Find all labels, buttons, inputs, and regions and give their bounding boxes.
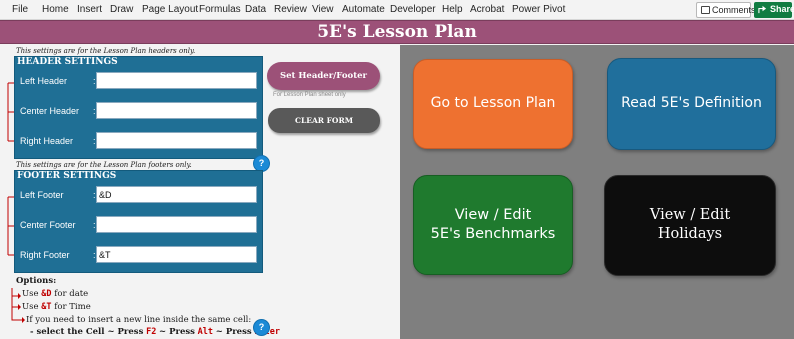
center-footer-label: Center Footer: [20, 220, 76, 230]
menu-review[interactable]: Review: [274, 4, 307, 15]
help-icon[interactable]: ?: [253, 319, 270, 336]
footer-note: This settings are for the Lesson Plan fo…: [16, 161, 192, 169]
right-footer-label: Right Footer: [20, 250, 70, 260]
option-newline-steps: - select the Cell ~ Press F2 ~ Press Alt…: [30, 327, 280, 337]
menu-home[interactable]: Home: [42, 4, 69, 15]
header-settings-title: HEADER SETTINGS: [17, 57, 118, 67]
right-header-input[interactable]: [96, 132, 257, 149]
left-footer-input[interactable]: &D: [96, 186, 257, 203]
tile-label-line1: View / Edit: [454, 207, 532, 223]
left-header-label: Left Header: [20, 76, 68, 86]
menu-data[interactable]: Data: [245, 4, 266, 15]
comment-icon: [701, 6, 710, 14]
center-header-label: Center Header: [20, 106, 80, 116]
page-title: 5E's Lesson Plan: [317, 22, 477, 42]
view-edit-holidays-button[interactable]: View / Edit Holidays: [604, 175, 776, 276]
tile-label-line2: 5E's Benchmarks: [430, 226, 556, 242]
menu-help[interactable]: Help: [442, 4, 463, 15]
menu-power-pivot[interactable]: Power Pivot: [512, 4, 565, 15]
footer-settings-panel: FOOTER SETTINGS Left Footer : &D Center …: [14, 170, 263, 273]
set-header-footer-button[interactable]: Set Header/Footer: [267, 62, 380, 90]
center-header-input[interactable]: [96, 102, 257, 119]
menu-insert[interactable]: Insert: [77, 4, 102, 15]
option-time: Use &T for Time: [22, 302, 91, 312]
ribbon-menu-bar: File Home Insert Draw Page Layout Formul…: [0, 0, 794, 20]
tile-label: Read 5E's Definition: [621, 95, 762, 111]
read-5e-definition-button[interactable]: Read 5E's Definition: [607, 58, 776, 150]
left-footer-label: Left Footer: [20, 190, 64, 200]
share-button[interactable]: Share: [754, 2, 794, 18]
set-button-note: For Lesson Plan sheet only: [273, 92, 346, 98]
menu-file[interactable]: File: [12, 4, 28, 15]
go-to-lesson-plan-button[interactable]: Go to Lesson Plan: [413, 59, 573, 149]
menu-acrobat[interactable]: Acrobat: [470, 4, 504, 15]
header-note: This settings are for the Lesson Plan he…: [16, 47, 196, 55]
menu-formulas[interactable]: Formulas: [199, 4, 241, 15]
title-bar: 5E's Lesson Plan: [0, 20, 794, 44]
view-edit-benchmarks-button[interactable]: View / Edit 5E's Benchmarks: [413, 175, 573, 275]
right-footer-input[interactable]: &T: [96, 246, 257, 263]
footer-settings-title: FOOTER SETTINGS: [17, 171, 117, 181]
menu-view[interactable]: View: [312, 4, 334, 15]
comments-label: Comments: [712, 5, 756, 15]
options-title: Options:: [16, 276, 57, 286]
right-header-label: Right Header: [20, 136, 74, 146]
menu-page-layout[interactable]: Page Layout: [142, 4, 198, 15]
tile-label-line1: View / Edit: [649, 207, 731, 223]
menu-automate[interactable]: Automate: [342, 4, 385, 15]
header-settings-panel: HEADER SETTINGS Left Header : Center Hea…: [14, 56, 263, 159]
center-footer-input[interactable]: [96, 216, 257, 233]
left-header-input[interactable]: [96, 72, 257, 89]
tile-label-line2: Holidays: [657, 226, 723, 242]
option-newline-note: If you need to insert a new line inside …: [26, 315, 252, 325]
clear-form-button[interactable]: CLEAR FORM: [268, 108, 380, 133]
menu-draw[interactable]: Draw: [110, 4, 133, 15]
option-date: Use &D for date: [22, 289, 89, 299]
comments-button[interactable]: Comments: [696, 2, 756, 18]
menu-developer[interactable]: Developer: [390, 4, 436, 15]
share-icon: [758, 5, 767, 14]
tile-label: Go to Lesson Plan: [430, 95, 556, 111]
share-label: Share: [770, 4, 794, 14]
